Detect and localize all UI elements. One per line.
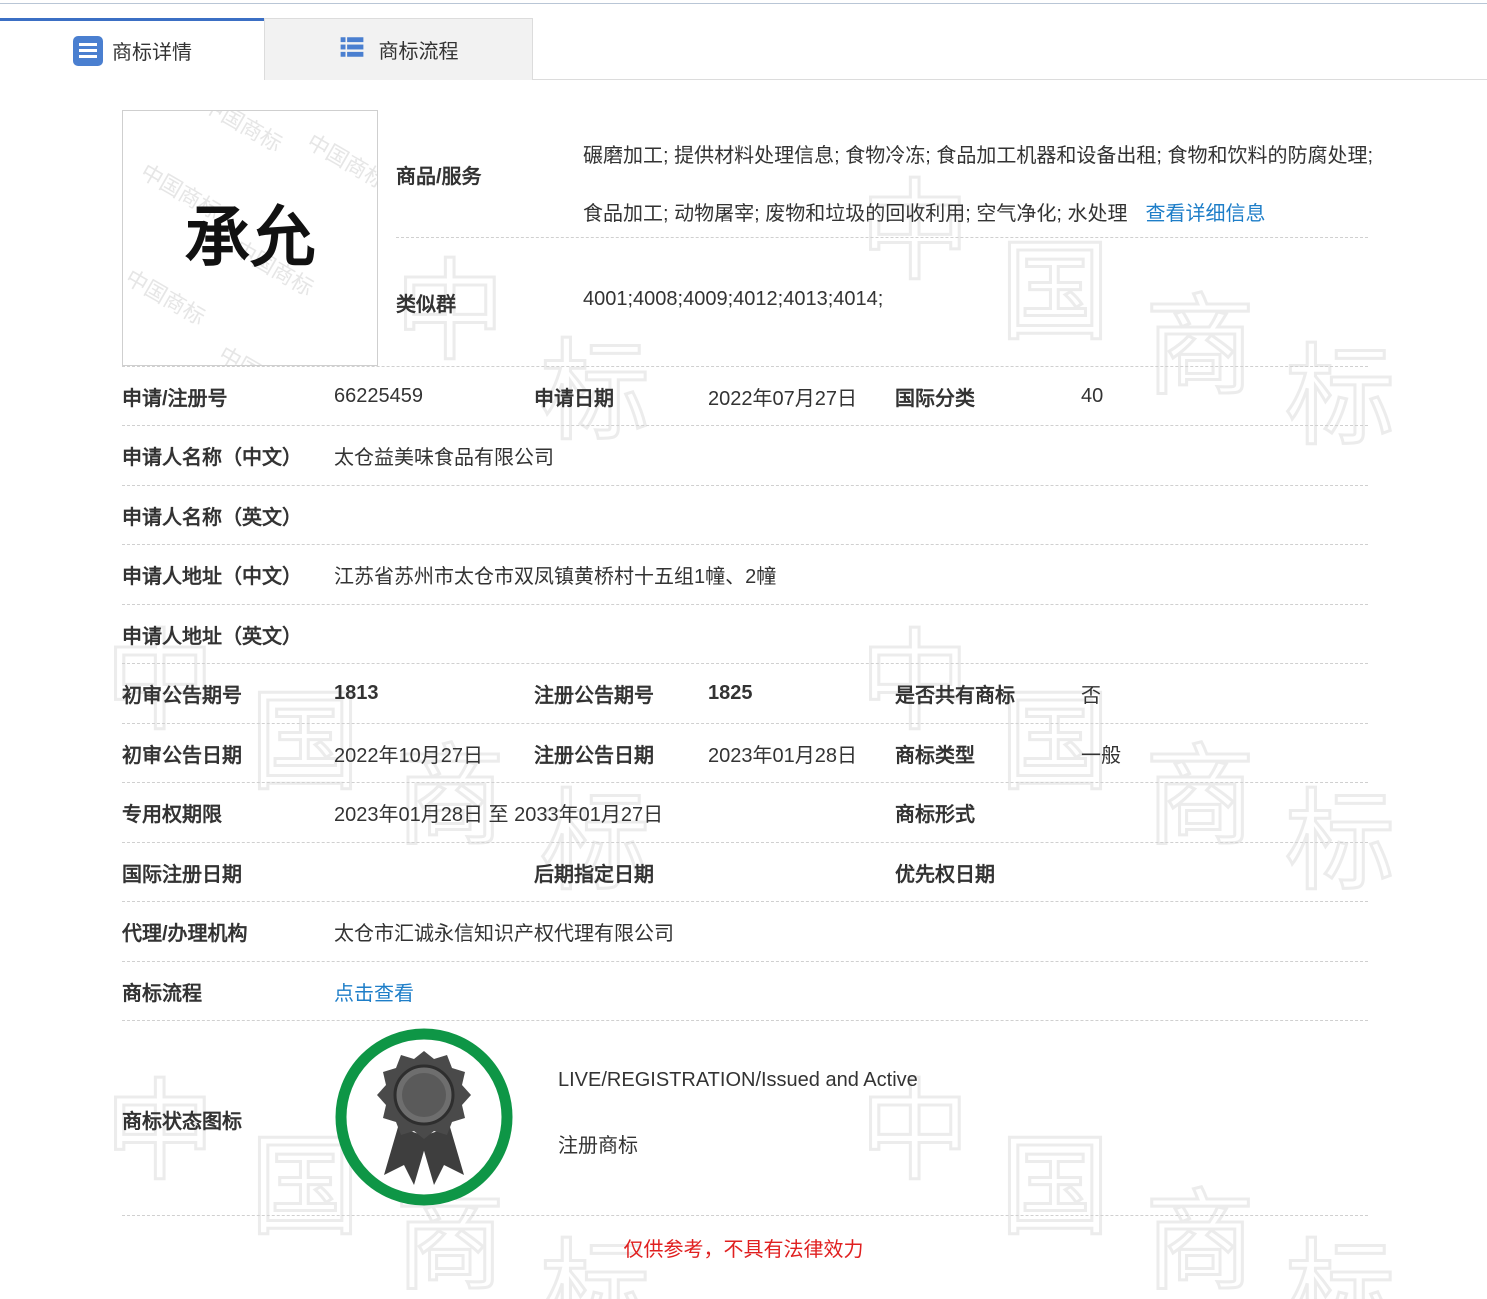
info-row-registration: 申请/注册号 66225459 申请日期 2022年07月27日 国际分类 40 — [122, 366, 1368, 426]
info-row-address-cn: 申请人地址（中文） 江苏省苏州市太仓市双凤镇黄桥村十五组1幢、2幢 — [122, 544, 1368, 604]
info-row-term: 专用权期限 2023年01月28日 至 2033年01月27日 商标形式 — [122, 782, 1368, 842]
tab-bar: 商标详情 商标流程 — [0, 18, 1487, 80]
applicant-cn-label: 申请人名称（中文） — [122, 447, 302, 469]
info-row-issue-numbers: 初审公告期号 1813 注册公告期号 1825 是否共有商标 否 — [122, 663, 1368, 723]
address-cn-label: 申请人地址（中文） — [122, 566, 302, 588]
divider — [396, 237, 1368, 238]
info-row-address-en: 申请人地址（英文） — [122, 604, 1368, 664]
term-label: 专用权期限 — [122, 804, 222, 826]
apply-date-label: 申请日期 — [534, 388, 614, 410]
applicant-cn-value: 太仓益美味食品有限公司 — [334, 447, 554, 469]
intl-reg-date-label: 国际注册日期 — [122, 864, 242, 886]
tab-label: 商标详情 — [112, 42, 192, 64]
prelim-issue-label: 初审公告期号 — [122, 685, 242, 707]
similar-group-value: 4001;4008;4009;4012;4013;4014; — [583, 288, 884, 310]
info-row-other-dates: 国际注册日期 后期指定日期 优先权日期 — [122, 842, 1368, 902]
disclaimer-text: 仅供参考，不具有法律效力 — [623, 1239, 864, 1261]
prelim-date-value: 2022年10月27日 — [334, 745, 483, 767]
svg-text:国: 国 — [1000, 228, 1110, 356]
info-row-applicant-cn: 申请人名称（中文） 太仓益美味食品有限公司 — [122, 425, 1368, 485]
award-ribbon-icon — [334, 1027, 514, 1207]
goods-services-label: 商品/服务 — [396, 166, 482, 188]
later-date-label: 后期指定日期 — [534, 864, 654, 886]
goods-services-value: 碾磨加工; 提供材料处理信息; 食物冷冻; 食品加工机器和设备出租; 食物和饮料… — [583, 127, 1373, 243]
reg-no-label: 申请/注册号 — [122, 388, 228, 410]
shared-label: 是否共有商标 — [895, 685, 1015, 707]
prelim-issue-value: 1813 — [334, 682, 379, 704]
tm-type-label: 商标类型 — [895, 745, 975, 767]
tm-type-value: 一般 — [1081, 745, 1121, 767]
info-row-flow: 商标流程 点击查看 — [122, 961, 1368, 1021]
reg-no-value: 66225459 — [334, 385, 423, 407]
address-cn-value: 江苏省苏州市太仓市双凤镇黄桥村十五组1幢、2幢 — [334, 566, 777, 588]
tab-label: 商标流程 — [378, 41, 459, 63]
intl-class-value: 40 — [1081, 385, 1104, 407]
tab-trademark-detail[interactable]: 商标详情 — [0, 18, 264, 80]
applicant-en-label: 申请人名称（英文） — [122, 507, 302, 529]
watermark-text: 中国商标 — [198, 111, 286, 158]
view-flow-link[interactable]: 点击查看 — [334, 962, 414, 1021]
term-value: 2023年01月28日 至 2033年01月27日 — [334, 804, 664, 826]
trademark-mark-text: 承允 — [185, 200, 316, 276]
address-en-label: 申请人地址（英文） — [122, 626, 302, 648]
priority-date-label: 优先权日期 — [895, 864, 995, 886]
status-section: 商标状态图标 LIVE/REGISTRATION/Issued and Acti… — [122, 1020, 1368, 1216]
agency-label: 代理/办理机构 — [122, 923, 248, 945]
view-details-link[interactable]: 查看详细信息 — [1145, 203, 1265, 225]
watermark-text: 中国商标 — [302, 130, 377, 195]
list-icon — [339, 34, 371, 66]
reg-date-label: 注册公告日期 — [534, 745, 654, 767]
info-row-applicant-en: 申请人名称（英文） — [122, 485, 1368, 545]
status-english: LIVE/REGISTRATION/Issued and Active — [558, 1069, 918, 1091]
watermark-text: 中国商标 — [214, 342, 302, 365]
tab-trademark-flow[interactable]: 商标流程 — [264, 18, 533, 80]
reg-issue-label: 注册公告期号 — [534, 685, 654, 707]
info-row-issue-dates: 初审公告日期 2022年10月27日 注册公告日期 2023年01月28日 商标… — [122, 723, 1368, 783]
agency-value: 太仓市汇诚永信知识产权代理有限公司 — [334, 923, 674, 945]
shared-value: 否 — [1081, 685, 1101, 707]
tm-form-label: 商标形式 — [895, 804, 975, 826]
document-list-icon — [72, 35, 104, 67]
reg-issue-value: 1825 — [708, 682, 753, 704]
trademark-image[interactable]: 中国商标 中国商标 中国商标 中国商标 中国商标 中国商标 承允 — [122, 110, 378, 366]
intl-class-label: 国际分类 — [895, 388, 975, 410]
similar-group-label: 类似群 — [396, 294, 456, 316]
apply-date-value: 2022年07月27日 — [708, 388, 857, 410]
reg-date-value: 2023年01月28日 — [708, 745, 857, 767]
flow-label: 商标流程 — [122, 983, 202, 1005]
top-rule — [0, 0, 1487, 4]
prelim-date-label: 初审公告日期 — [122, 745, 242, 767]
status-label: 商标状态图标 — [122, 1111, 242, 1133]
info-row-agency: 代理/办理机构 太仓市汇诚永信知识产权代理有限公司 — [122, 901, 1368, 961]
status-chinese: 注册商标 — [558, 1135, 638, 1157]
